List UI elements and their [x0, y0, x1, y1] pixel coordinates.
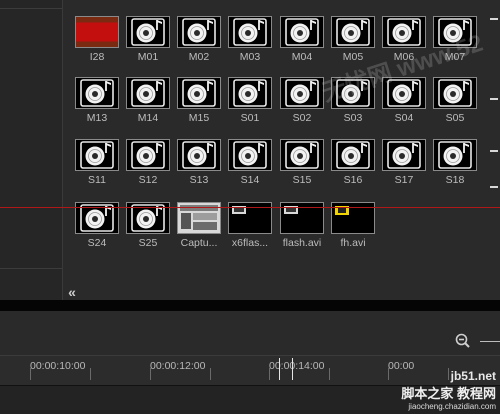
- scroll-marker: [490, 98, 498, 100]
- music-clip-icon[interactable]: [126, 139, 170, 171]
- watermark-cn: 脚本之家 教程网: [401, 386, 496, 401]
- library-item-label: S25: [138, 237, 158, 249]
- ruler-tick: [30, 368, 31, 380]
- library-item-label: S12: [138, 174, 158, 186]
- watermark-site: jb51.net: [450, 369, 496, 383]
- music-clip-icon[interactable]: [126, 77, 170, 109]
- music-clip-icon[interactable]: [177, 77, 221, 109]
- library-item-label: M04: [291, 51, 313, 63]
- ruler-tick: [329, 368, 330, 380]
- music-clip-icon[interactable]: [177, 139, 221, 171]
- music-clip-icon[interactable]: [331, 16, 375, 48]
- library-item-label: S16: [343, 174, 363, 186]
- music-clip-icon[interactable]: [177, 16, 221, 48]
- ruler-tick: [388, 368, 389, 380]
- ruler-tick: [210, 368, 211, 380]
- music-clip-icon[interactable]: [126, 16, 170, 48]
- collapse-panel-button[interactable]: «: [63, 284, 81, 300]
- music-clip-icon[interactable]: [228, 16, 272, 48]
- music-clip-icon[interactable]: [280, 77, 324, 109]
- music-clip-icon[interactable]: [228, 139, 272, 171]
- library-item-label: M02: [188, 51, 210, 63]
- playhead-marker[interactable]: [292, 358, 293, 380]
- music-clip-icon[interactable]: [331, 139, 375, 171]
- library-item-label: S04: [394, 112, 414, 124]
- library-item-label: S18: [445, 174, 465, 186]
- left-panel-divider: [0, 268, 62, 269]
- music-clip-icon[interactable]: [280, 139, 324, 171]
- library-item-label: S24: [87, 237, 107, 249]
- library-item-label: S15: [292, 174, 312, 186]
- ruler-tick: [150, 368, 151, 380]
- library-item-label: S14: [240, 174, 260, 186]
- left-panel-divider: [0, 8, 62, 9]
- music-clip-icon[interactable]: [280, 16, 324, 48]
- library-item-label: fh.avi: [340, 237, 366, 249]
- ruler-tick: [90, 368, 91, 380]
- library-item-label: S11: [88, 174, 106, 186]
- watermark-corner: jb51.net 脚本之家 教程网 jiaocheng.chazidian.co…: [401, 369, 496, 411]
- music-clip-icon[interactable]: [75, 77, 119, 109]
- library-item-label: flash.avi: [282, 237, 322, 249]
- library-item-label: x6flas...: [231, 237, 269, 249]
- zoom-out-icon[interactable]: [455, 333, 471, 349]
- drop-indicator-line: [0, 207, 500, 208]
- library-scrollbar[interactable]: [488, 0, 500, 300]
- music-clip-icon[interactable]: [433, 139, 477, 171]
- scroll-marker: [490, 18, 498, 20]
- music-clip-icon[interactable]: [382, 139, 426, 171]
- panel-divider[interactable]: [0, 300, 500, 311]
- scroll-marker: [490, 150, 498, 152]
- video-thumbnail[interactable]: [75, 16, 119, 48]
- library-item-label: S01: [240, 112, 260, 124]
- zoom-slider-track[interactable]: [480, 341, 500, 342]
- playhead[interactable]: [279, 358, 280, 380]
- watermark-url: jiaocheng.chazidian.com: [408, 402, 496, 411]
- left-panel: [0, 0, 63, 300]
- library-item-label: S13: [189, 174, 209, 186]
- library-item-label: M01: [137, 51, 159, 63]
- library-item-label: S03: [343, 112, 363, 124]
- ruler-tick-label: 00:00:12:00: [150, 360, 206, 372]
- library-item-label: M13: [86, 112, 108, 124]
- library-item-label: S02: [292, 112, 312, 124]
- music-clip-icon[interactable]: [433, 77, 477, 109]
- library-item-label: M03: [239, 51, 261, 63]
- library-item-label: S05: [445, 112, 465, 124]
- music-clip-icon[interactable]: [75, 139, 119, 171]
- ruler-tick: [269, 368, 270, 380]
- music-clip-icon[interactable]: [228, 77, 272, 109]
- library-item-label: Captu...: [180, 237, 218, 249]
- library-item-label: M14: [137, 112, 159, 124]
- library-item-label: M15: [188, 112, 210, 124]
- ruler-tick-label: 00:00:10:00: [30, 360, 86, 372]
- timeline-toolbar: [0, 311, 500, 355]
- scroll-marker: [490, 186, 498, 188]
- ruler-tick-label: 00:00:14:00: [269, 360, 325, 372]
- library-item-label: I28: [89, 51, 105, 63]
- library-item-label: S17: [394, 174, 414, 186]
